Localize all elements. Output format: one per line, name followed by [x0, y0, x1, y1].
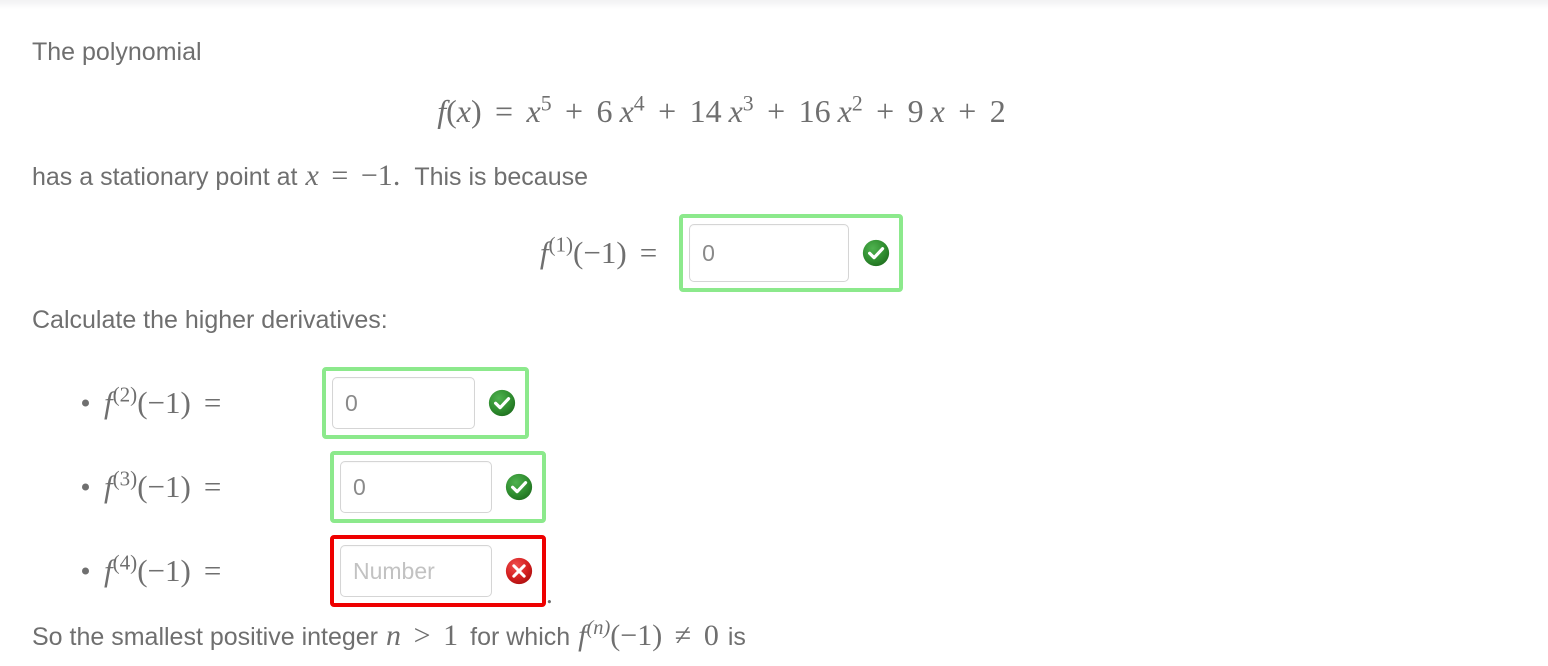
closing-n: n: [386, 619, 402, 652]
closing-sentence: So the smallest positive integer n >1 for…: [32, 617, 746, 653]
answer-input-f4[interactable]: [340, 545, 492, 597]
error-circle-icon: [505, 557, 533, 585]
first-derivative-order: (1): [548, 232, 574, 257]
closing-neq: ≠: [674, 619, 692, 652]
closing-one: 1: [443, 619, 459, 652]
derivative-3-order: (3): [112, 466, 138, 491]
term-3-coefficient: 14: [689, 93, 722, 129]
polynomial-equation: f(x) = x5 +6 x4 +14 x3 +16 x2 +9 x +2: [0, 91, 1443, 130]
term-2-coefficient: 6: [596, 93, 613, 129]
term-1-exponent: 5: [540, 91, 552, 116]
derivative-2-equals: =: [203, 385, 222, 420]
answer-widget-f3[interactable]: [330, 451, 546, 523]
derivative-3-arg: (−1): [137, 469, 191, 504]
answer-widget-f2[interactable]: [322, 367, 529, 439]
term-5-coefficient: 9: [907, 93, 924, 129]
closing-derivative-expression: f(n)(−1) ≠ 0: [578, 617, 719, 653]
derivative-2-arg: (−1): [137, 385, 191, 420]
stationary-variable: x: [305, 159, 319, 192]
term-1-var: x: [526, 93, 541, 129]
derivative-2-order: (2): [112, 382, 138, 407]
closing-prefix: So the smallest positive integer: [32, 623, 379, 651]
closing-inequality-n: n >1: [386, 619, 458, 653]
derivative-4-arg: (−1): [137, 553, 191, 588]
stationary-point-sentence: has a stationary point at x = −1. This is …: [32, 159, 588, 193]
term-4-coefficient: 16: [798, 93, 831, 129]
stationary-equals: =: [331, 159, 349, 192]
closing-f: f: [578, 619, 587, 652]
term-6-coefficient: 2: [989, 93, 1006, 129]
derivative-label-2: f(2)(−1) =: [104, 382, 222, 421]
closing-arg: (−1): [610, 619, 663, 652]
term-5-var: x: [930, 93, 945, 129]
answer-input-f3[interactable]: [340, 461, 492, 513]
eq-f: f: [437, 93, 447, 129]
term-2-var: x: [619, 93, 634, 129]
closing-gt: >: [413, 619, 431, 652]
term-4-var: x: [837, 93, 852, 129]
list-bullet-icon: [82, 567, 89, 575]
closing-middle: for which: [470, 623, 571, 651]
check-circle-icon: [488, 389, 516, 417]
derivative-2-f: f: [104, 385, 113, 420]
first-derivative-label: f(1)(−1) =: [540, 232, 658, 271]
derivative-4-order: (4): [112, 550, 138, 575]
check-circle-icon: [505, 473, 533, 501]
list-bullet-icon: [82, 399, 89, 407]
intro-text: The polynomial: [32, 38, 202, 66]
answer-widget-f4[interactable]: [330, 535, 546, 607]
derivative-3-f: f: [104, 469, 113, 504]
stationary-value: −1: [360, 159, 393, 192]
answer-input-f2[interactable]: [332, 377, 475, 429]
eq-var-lhs: x: [456, 93, 471, 129]
top-gradient-strip: [0, 0, 1548, 9]
closing-n-superscript: (n): [586, 617, 611, 639]
derivative-label-3: f(3)(−1) =: [104, 466, 222, 505]
trailing-period: .: [546, 579, 553, 609]
stationary-prefix: has a stationary point at: [32, 163, 298, 191]
term-4-exponent: 2: [851, 91, 863, 116]
derivative-4-f: f: [104, 553, 113, 588]
derivative-4-equals: =: [203, 553, 222, 588]
closing-zero: 0: [703, 619, 719, 652]
term-3-var: x: [728, 93, 743, 129]
term-2-exponent: 4: [633, 91, 645, 116]
stationary-point-math: x = −1.: [305, 159, 400, 193]
derivative-3-equals: =: [203, 469, 222, 504]
stationary-suffix: This is because: [414, 163, 589, 191]
list-bullet-icon: [82, 483, 89, 491]
term-3-exponent: 3: [742, 91, 754, 116]
first-derivative-row: f(1)(−1) =: [0, 214, 1443, 292]
answer-input-f1[interactable]: [689, 224, 850, 282]
calculate-heading: Calculate the higher derivatives:: [32, 306, 388, 334]
check-circle-icon: [863, 239, 890, 267]
eq-equals: =: [495, 93, 514, 129]
closing-suffix: is: [727, 623, 746, 651]
first-derivative-equals: =: [639, 235, 658, 270]
polynomial-equation-math: f(x) = x5 +6 x4 +14 x3 +16 x2 +9 x +2: [437, 91, 1006, 129]
stationary-period: .: [392, 159, 401, 192]
first-derivative-arg: (−1): [573, 235, 627, 270]
derivative-label-4: f(4)(−1) =: [104, 550, 222, 589]
answer-widget-f1[interactable]: [679, 214, 904, 292]
